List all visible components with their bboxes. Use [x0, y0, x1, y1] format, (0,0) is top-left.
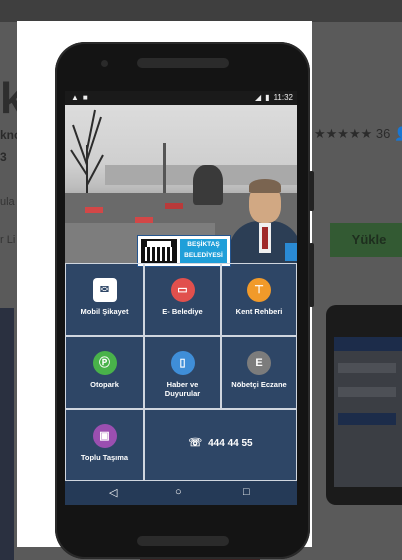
screenshot-thumb-right[interactable] — [326, 305, 402, 505]
phone-camera — [101, 60, 108, 67]
signal-icon: ◢ — [255, 93, 262, 102]
tile-label: Toplu Taşıma — [80, 453, 129, 462]
back-icon[interactable]: ◁ — [109, 486, 117, 499]
call-center-button[interactable]: ☏ 444 44 55 — [144, 409, 297, 481]
android-navbar: ◁ ○ □ — [65, 481, 297, 505]
tile-toplu-tasima[interactable]: ▣ Toplu Taşıma — [65, 409, 144, 481]
card-icon: ▭ — [170, 278, 195, 302]
building-icon — [141, 239, 177, 263]
screenshot-lightbox: ▲ ■ ◢ ▮ 11:32 BEŞİKTAŞ BELEDİYESİ ✉ Mobi… — [17, 21, 314, 559]
info-number-fragment: 3 — [0, 150, 7, 164]
screenshot-thumb-left[interactable] — [0, 308, 14, 560]
menu-grid: ✉ Mobil Şikayet ▭ E- Belediye ⊤ Kent Reh… — [65, 263, 297, 481]
thumb-field — [338, 363, 396, 373]
home-icon[interactable]: ○ — [175, 486, 182, 498]
tile-label: E- Belediye — [162, 307, 203, 316]
bus-icon: ▣ — [92, 424, 117, 448]
phone-icon: ☏ — [188, 437, 203, 449]
tile-label: Haber ve Duyurular — [164, 380, 201, 398]
file-icon: ■ — [82, 93, 88, 102]
tile-label: Otopark — [90, 380, 119, 389]
logo-line-1: BEŞİKTAŞ — [187, 241, 220, 248]
side-text-fragment-2: r Li — [0, 234, 16, 246]
logo-line-2: BELEDİYESİ — [184, 252, 223, 259]
tile-label: Mobil Şikayet — [80, 307, 129, 316]
battery-icon: ▮ — [265, 93, 270, 102]
side-text-fragment: ula — [0, 196, 15, 208]
thumb-button — [338, 413, 396, 425]
tile-label: Kent Rehberi — [235, 307, 283, 316]
parking-icon: Ⓟ — [92, 351, 117, 375]
phone-volume-button — [309, 243, 314, 307]
status-bar: ▲ ■ ◢ ▮ 11:32 — [65, 91, 297, 105]
thumb-screen — [334, 337, 402, 487]
tile-haber-duyurular[interactable]: ▯ Haber ve Duyurular — [144, 336, 221, 409]
phone-news-icon: ▯ — [170, 351, 195, 375]
install-button[interactable]: Yükle — [330, 223, 402, 257]
signpost-icon: ⊤ — [247, 278, 271, 302]
portrait-graphic — [223, 175, 297, 263]
recent-apps-icon[interactable]: □ — [243, 486, 250, 498]
phone-speaker-bottom — [137, 536, 229, 546]
rating-summary: ★★★★★ 36 👤 — [314, 126, 402, 141]
warning-icon: ▲ — [71, 93, 79, 102]
tile-label: Nöbetçi Eczane — [231, 380, 287, 389]
mail-icon: ✉ — [92, 278, 117, 302]
phone-speaker-top — [137, 58, 229, 68]
tile-nobetci-eczane[interactable]: E Nöbetçi Eczane — [221, 336, 297, 409]
phone-power-button — [309, 171, 314, 211]
tile-mobil-sikayet[interactable]: ✉ Mobil Şikayet — [65, 263, 144, 336]
pharmacy-icon: E — [247, 351, 271, 375]
tile-kent-rehberi[interactable]: ⊤ Kent Rehberi — [221, 263, 297, 336]
phone-number: 444 44 55 — [208, 438, 253, 449]
status-time: 11:32 — [273, 93, 293, 102]
thumb-bar — [334, 337, 402, 351]
store-top-bar — [0, 0, 402, 22]
app-screen: ▲ ■ ◢ ▮ 11:32 BEŞİKTAŞ BELEDİYESİ ✉ Mobi… — [65, 91, 297, 505]
tile-otopark[interactable]: Ⓟ Otopark — [65, 336, 144, 409]
thumb-field-2 — [338, 387, 396, 397]
tile-e-belediye[interactable]: ▭ E- Belediye — [144, 263, 221, 336]
